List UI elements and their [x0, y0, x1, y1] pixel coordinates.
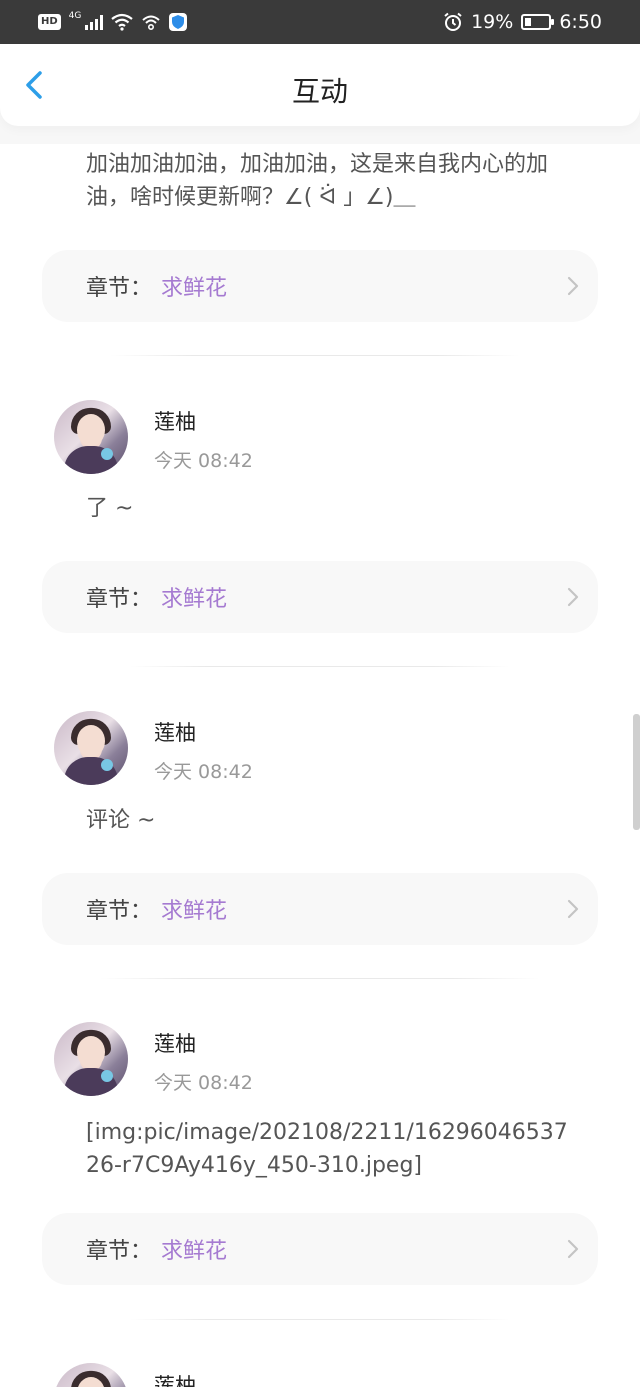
chapter-link[interactable]: 章节： 求鲜花 — [42, 250, 598, 322]
comment-time: 今天 08:42 — [154, 1072, 253, 1094]
divider — [100, 978, 540, 979]
chapter-name: 求鲜花 — [161, 587, 228, 612]
security-shield-icon — [169, 13, 188, 31]
comment-text: 了 ~ — [86, 496, 134, 521]
chapter-link[interactable]: 章节： 求鲜花 — [42, 561, 598, 633]
hotspot-icon — [142, 15, 161, 31]
user-name: 莲柚 — [154, 410, 196, 434]
avatar[interactable] — [54, 711, 128, 785]
divider — [130, 666, 510, 667]
chevron-right-icon — [567, 1239, 579, 1259]
network-type-label: 4G — [68, 11, 82, 21]
alarm-icon — [444, 12, 462, 31]
chapter-label: 章节： — [86, 587, 153, 612]
chapter-label: 章节： — [86, 1239, 153, 1264]
avatar[interactable] — [54, 1363, 128, 1387]
chapter-label: 章节： — [86, 899, 153, 924]
scrollbar[interactable] — [633, 714, 640, 830]
page-header: 互动 — [0, 44, 640, 126]
divider — [110, 355, 520, 356]
comment-time: 今天 08:42 — [154, 450, 253, 472]
chapter-name: 求鲜花 — [161, 899, 228, 924]
comment-text: [img:pic/image/202108/2211/1629604653726… — [86, 1120, 568, 1178]
user-name: 莲柚 — [154, 1032, 196, 1056]
comment-time: 今天 08:42 — [154, 761, 253, 783]
clock-time: 6:50 — [559, 11, 602, 33]
avatar[interactable] — [54, 1022, 128, 1096]
chevron-right-icon — [567, 587, 579, 607]
status-bar-left: HD 4G — [38, 10, 188, 34]
hd-badge: HD — [38, 14, 61, 30]
wifi-icon — [111, 13, 134, 31]
comment-text: 加油加油加油，加油加油，这是来自我内心的加油，啥时候更新啊？∠( ᐛ 」∠)＿ — [86, 152, 549, 210]
chevron-right-icon — [567, 899, 579, 919]
status-bar-right: 19% 6:50 — [443, 10, 602, 34]
user-name: 莲柚 — [154, 721, 196, 745]
page-title: 互动 — [291, 75, 348, 108]
avatar[interactable] — [54, 400, 128, 474]
chevron-right-icon — [567, 276, 579, 296]
chapter-link[interactable]: 章节： 求鲜花 — [42, 1213, 598, 1285]
signal-icon — [85, 14, 104, 30]
comment-text: 评论 ~ — [86, 808, 156, 833]
divider — [130, 1319, 510, 1320]
chapter-name: 求鲜花 — [161, 1239, 228, 1264]
battery-percentage: 19% — [471, 11, 514, 33]
comment-list[interactable]: 加油加油加油，加油加油，这是来自我内心的加油，啥时候更新啊？∠( ᐛ 」∠)＿ … — [0, 144, 640, 1387]
user-name: 莲柚 — [154, 1374, 196, 1387]
chapter-link[interactable]: 章节： 求鲜花 — [42, 873, 598, 945]
chapter-name: 求鲜花 — [161, 276, 228, 301]
chapter-label: 章节： — [86, 276, 153, 301]
battery-icon — [521, 14, 555, 30]
status-bar: HD 4G 19% 6:50 — [0, 0, 640, 44]
